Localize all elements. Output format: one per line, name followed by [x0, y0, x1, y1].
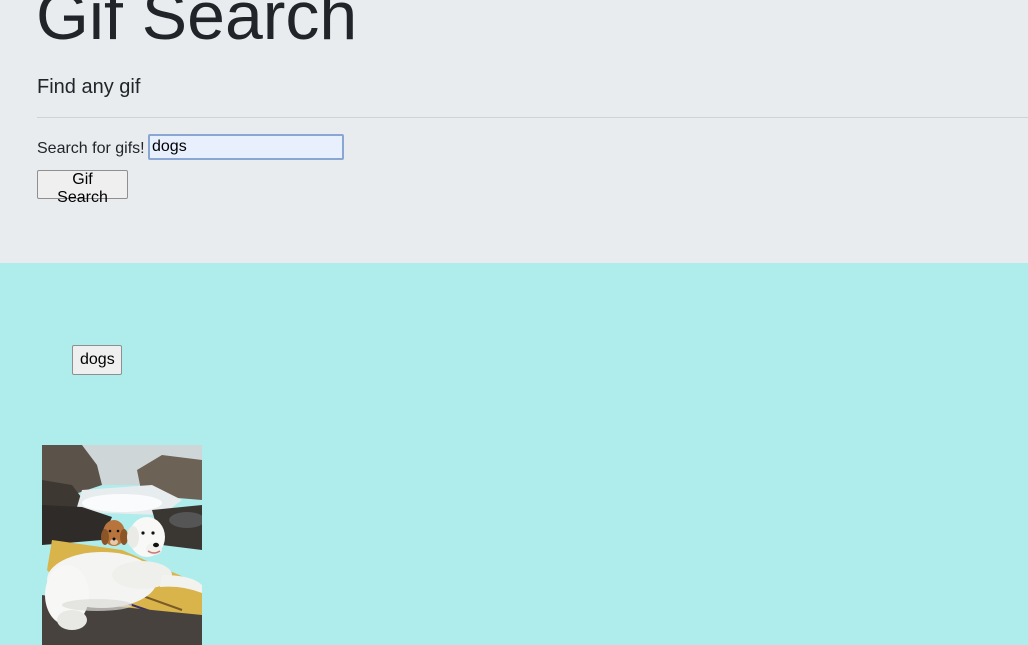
dogs-gif-illustration: [42, 445, 202, 645]
search-input[interactable]: [148, 134, 344, 160]
gif-search-button[interactable]: Gif Search: [37, 170, 128, 206]
page-title: Gif Search: [36, 0, 358, 54]
gif-image[interactable]: [42, 445, 202, 645]
topic-button-dogs[interactable]: dogs: [72, 345, 122, 375]
search-label: Search for gifs!: [37, 140, 145, 157]
page-subtitle: Find any gif: [37, 76, 141, 98]
header-section: Gif Search Find any gif Search for gifs!…: [0, 0, 1028, 263]
divider: [37, 117, 1028, 118]
results-section: dogs: [0, 263, 1028, 645]
